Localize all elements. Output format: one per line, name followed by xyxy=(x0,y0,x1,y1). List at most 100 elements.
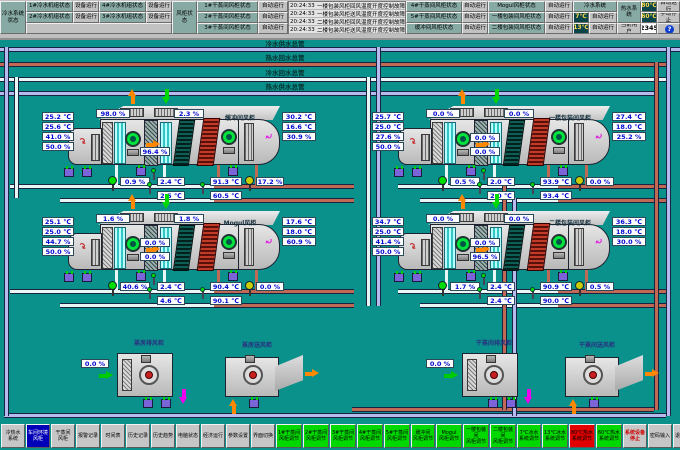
damper-value-box: 0.0 % xyxy=(426,214,460,223)
help-icon[interactable]: ? xyxy=(665,25,674,34)
sensor-box-icon xyxy=(394,273,404,282)
sensor-pin xyxy=(401,271,403,274)
cold-valve-value-box: 0.5 % xyxy=(450,177,480,186)
valve-icon xyxy=(108,176,117,185)
toolbar-button-3[interactable]: 干蒸间风柜 xyxy=(51,424,75,448)
small-fan-unit[interactable]: 干蒸间排风柜0.0 % xyxy=(462,353,562,413)
arrow-head xyxy=(652,369,659,377)
hot-valve-value-box: 0.0 % xyxy=(586,177,614,186)
ahu-unit[interactable]: ↷↷25.2 ℃25.6 ℃41.0 %50.0 %98.0 %2.3 %96.… xyxy=(68,106,318,206)
sensor-pin xyxy=(468,270,470,273)
small-fan-housing xyxy=(139,365,159,385)
toolbar-button-23[interactable]: 80℃热水系统调节 xyxy=(569,424,595,448)
ahu-unit[interactable]: ↷↷34.7 ℃25.0 ℃41.4 %50.0 %0.0 %0.0 %0.0 … xyxy=(398,211,648,311)
ahu-right-value-box: 18.0 ℃ xyxy=(612,122,646,131)
toolbar-button-17[interactable]: 缓冲间风柜调节 xyxy=(411,424,435,448)
toolbar-button-label: 风柜调节 xyxy=(279,436,299,442)
sensor-pin xyxy=(401,166,403,169)
cabinet-name-cell: 3#干蒸间风柜状态 xyxy=(197,23,258,34)
pipe-sensor-stem xyxy=(153,172,155,180)
fan-icon xyxy=(455,236,471,252)
toolbar-button-2[interactable]: 车间环境风柜 xyxy=(26,424,50,448)
hot-temp-value-box: 90.4 ℃ xyxy=(210,282,242,291)
toolbar-button-22[interactable]: 13℃冰水系统调节 xyxy=(542,424,568,448)
return-air-curve-arrow-icon: ↷ xyxy=(75,242,89,256)
hot-valve-value-box: 17.2 % xyxy=(256,177,284,186)
sensor-pin xyxy=(145,397,147,400)
sensor-pin xyxy=(473,270,475,273)
toolbar-button-21[interactable]: 7℃冰水系统调节 xyxy=(517,424,541,448)
pipe xyxy=(0,77,668,82)
ahu-left-value-box: 44.7 % xyxy=(42,237,74,246)
toolbar-button-19[interactable]: 一楼包装间风柜调节 xyxy=(463,424,489,448)
alarm-message: 一楼包装风柜回风温度开度控制故障 xyxy=(317,2,405,10)
toolbar-button-8[interactable]: 电脑状态 xyxy=(176,424,200,448)
toolbar-button-15[interactable]: 4#干蒸间风柜调节 xyxy=(357,424,383,448)
sensor-box-icon xyxy=(466,167,476,176)
toolbar-button-label: 风柜调节 xyxy=(466,439,486,445)
cabinet-status-cell: 自动运行 xyxy=(258,1,288,12)
toolbar-button-20[interactable]: 二楼包装间风柜调节 xyxy=(490,424,516,448)
cabinet-name-cell: 5#干蒸间风柜状态 xyxy=(406,12,462,23)
exhaust-up-arrow-icon xyxy=(128,89,142,105)
toolbar-button-label: 风柜调节 xyxy=(413,436,433,442)
sensor-box-icon xyxy=(558,272,568,281)
toolbar-button-11[interactable]: 界面切换 xyxy=(251,424,275,448)
toolbar-button-14[interactable]: 3#干蒸间风柜调节 xyxy=(330,424,356,448)
cabinet-status-cell: 自动运行 xyxy=(258,12,288,23)
toolbar-button-27[interactable]: 退出系统 xyxy=(673,424,680,448)
toolbar-button-26[interactable]: 密码输入 xyxy=(648,424,672,448)
sensor-box-icon xyxy=(82,168,92,177)
toolbar-button-9[interactable]: 经济运行 xyxy=(201,424,225,448)
ahu-left-value-box: 50.0 % xyxy=(42,142,74,151)
small-fan-unit[interactable]: 干蒸间送风柜 xyxy=(565,355,665,415)
arrow-stem xyxy=(461,200,465,209)
hot-temp-value-box: 90.1 ℃ xyxy=(210,296,242,305)
pipe-sensor-dot xyxy=(151,168,156,173)
arrow-stem xyxy=(572,405,576,414)
toolbar-button-label: 界面切换 xyxy=(253,433,273,439)
arrow-head xyxy=(524,397,532,404)
toolbar-button-7[interactable]: 历史趋势 xyxy=(151,424,175,448)
fan-motor xyxy=(127,149,139,156)
ahu-unit[interactable]: ↷↷25.1 ℃25.0 ℃44.7 %50.0 %1.6 %1.8 %0.0 … xyxy=(68,211,318,311)
toolbar-button-13[interactable]: 2#干蒸间风柜调节 xyxy=(303,424,329,448)
toolbar-button-25[interactable]: 系统设备停止 xyxy=(623,424,647,448)
toolbar-button-4[interactable]: 报警记录 xyxy=(76,424,100,448)
sensor-pin xyxy=(230,270,232,273)
ahu-name-label: 二楼包装间风柜 xyxy=(532,218,608,226)
filter-cyan-panel xyxy=(490,227,502,269)
sensor-pin xyxy=(143,165,145,168)
chilled-water-section-label: 冷水系统状态 xyxy=(0,1,26,34)
ahu-left-value-box: 25.2 ℃ xyxy=(42,112,74,121)
small-fan-unit[interactable]: 蒸房排风柜0.0 % xyxy=(117,353,217,413)
toolbar-button-1[interactable]: 冷热水系统 xyxy=(1,424,25,448)
toolbar-button-16[interactable]: 5#干蒸间风柜调节 xyxy=(384,424,410,448)
pipe-sensor-stem xyxy=(153,277,155,285)
pipe xyxy=(0,62,668,67)
ahu-unit[interactable]: ↷↷25.7 ℃25.0 ℃27.6 %50.0 %0.0 %0.0 %0.0 … xyxy=(398,106,648,206)
damper-value-box: 1.8 % xyxy=(174,214,204,223)
toolbar-button-10[interactable]: 参数设置 xyxy=(226,424,250,448)
ahu-left-value-box: 25.6 ℃ xyxy=(42,122,74,131)
valve-stem xyxy=(579,290,581,296)
sensor-box-icon xyxy=(143,399,153,408)
toolbar-button-12[interactable]: 1#干蒸间风柜调节 xyxy=(276,424,302,448)
toolbar-button-24[interactable]: 60℃热水系统调节 xyxy=(596,424,622,448)
toolbar-button-5[interactable]: 时间表 xyxy=(101,424,125,448)
small-fan-unit[interactable]: 蒸房送风柜 xyxy=(225,355,325,415)
sensor-pin xyxy=(84,271,86,274)
alarm-list: 20:24:33一楼包装风柜回风温度开度控制故障20:24:33一楼包装风柜送风… xyxy=(288,1,406,34)
fan-motor xyxy=(553,147,565,154)
mid-value-box: 0.0 % xyxy=(470,133,500,142)
help-button[interactable]: ? xyxy=(657,23,680,34)
toolbar-button-18[interactable]: Mogul风柜调节 xyxy=(436,424,462,448)
ahu-right-value-box: 36.3 ℃ xyxy=(612,217,646,226)
pipe-sensor-dot xyxy=(481,168,486,173)
sensor-pin xyxy=(143,270,145,273)
sensor-pin xyxy=(414,166,416,169)
cold-valve-value-box: 0.9 % xyxy=(120,177,150,186)
toolbar-button-6[interactable]: 历史记录 xyxy=(126,424,150,448)
filter-cyan-panel xyxy=(444,227,456,269)
cabinet-status-cell: 自动运行 xyxy=(462,23,488,34)
